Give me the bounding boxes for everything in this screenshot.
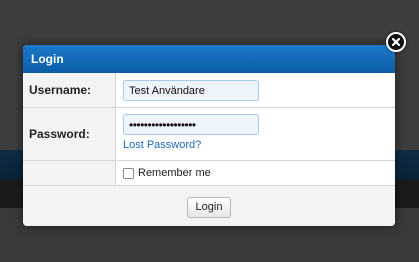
remember-me-label[interactable]: Remember me	[138, 167, 211, 179]
username-input[interactable]	[123, 80, 259, 101]
username-label: Username:	[23, 73, 116, 107]
password-cell: Lost Password?	[116, 108, 395, 160]
username-row: Username:	[23, 73, 395, 108]
remember-row: Remember me	[23, 161, 395, 186]
dialog-title: Login	[23, 45, 395, 73]
close-button[interactable]	[386, 32, 406, 52]
username-cell	[116, 73, 395, 107]
password-input[interactable]	[123, 114, 259, 135]
login-button[interactable]: Login	[186, 196, 232, 218]
close-icon	[391, 37, 401, 47]
password-label: Password:	[23, 108, 116, 160]
login-dialog: Login Username: Password: Lost Password?…	[23, 45, 395, 226]
submit-row: Login	[23, 186, 395, 226]
password-row: Password: Lost Password?	[23, 108, 395, 161]
remember-label-spacer	[23, 161, 116, 185]
lost-password-link[interactable]: Lost Password?	[123, 139, 201, 151]
remember-cell: Remember me	[116, 161, 395, 185]
remember-me-toggle[interactable]: Remember me	[123, 161, 395, 185]
remember-me-checkbox[interactable]	[123, 167, 134, 179]
